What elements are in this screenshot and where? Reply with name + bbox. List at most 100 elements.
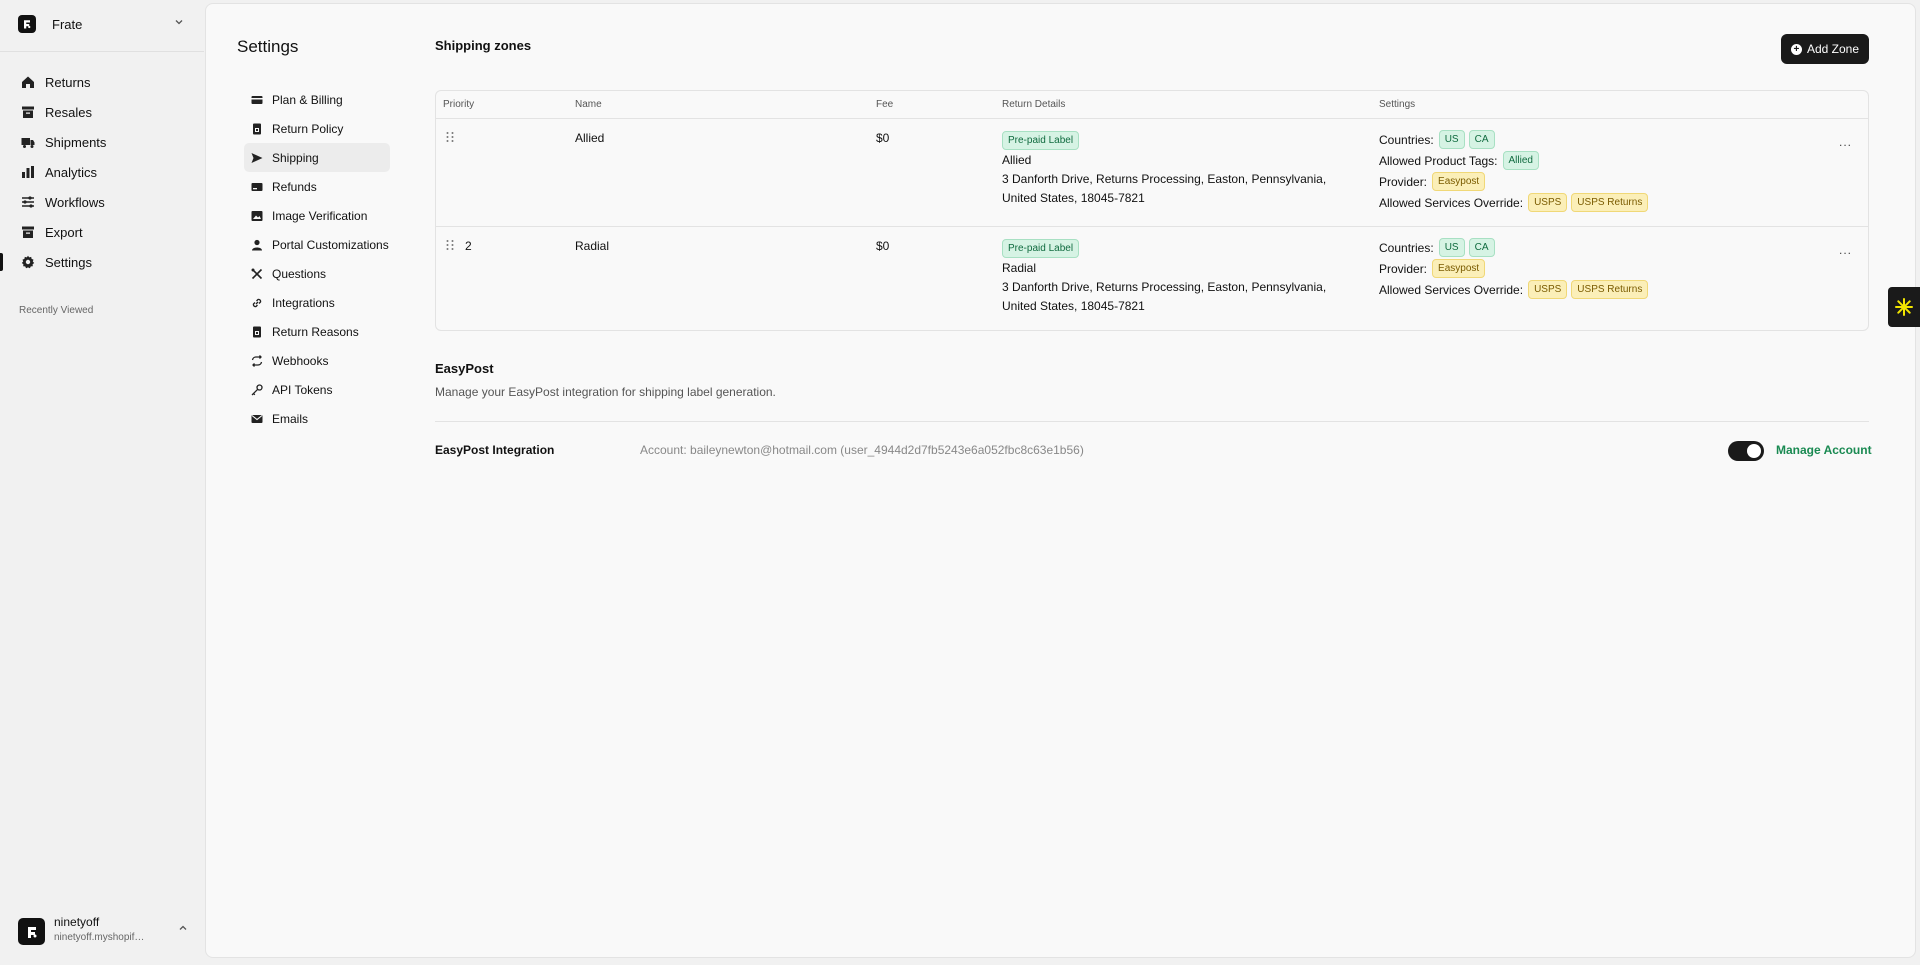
settings-nav-return-policy[interactable]: Return Policy [244,114,390,143]
repeat-icon [250,354,264,368]
divider [435,421,1869,422]
plus-circle-icon: + [1790,43,1802,55]
settings-nav-label: Portal Customizations [272,237,389,252]
table-row[interactable]: 2 Radial $0 Pre-paid Label Radial 3 Danf… [436,227,1868,331]
settings-nav-refunds[interactable]: Refunds [244,172,390,201]
document-lock-icon [250,122,264,136]
easypost-enabled-toggle[interactable] [1728,441,1764,461]
service-badge: USPS [1528,193,1568,212]
setting-label: Provider: [1379,174,1428,189]
settings-nav-label: API Tokens [272,382,333,397]
column-header: Priority [443,99,475,110]
nav-item-label: Shipments [45,134,107,150]
help-widget-button[interactable] [1888,287,1920,327]
user-menu[interactable]: ninetyoff ninetyoff.myshopify.com [18,913,188,949]
refund-icon [250,180,264,194]
main-nav: Returns Resales Shipments Analytics Work… [0,67,204,277]
column-header: Fee [876,99,894,110]
status-badge: Pre-paid Label [1002,131,1080,150]
divider [0,51,204,52]
tag-badge: Allied [1502,151,1539,170]
zone-fee: $0 [876,131,890,145]
country-badge: US [1438,130,1465,149]
settings-nav-questions[interactable]: Questions [244,259,390,288]
user-store: ninetyoff.myshopify.com [54,932,146,943]
add-zone-button[interactable]: + Add Zone [1781,34,1869,64]
section-title-easypost: EasyPost [435,361,494,376]
tools-icon [250,267,264,281]
settings-nav-label: Return Reasons [272,324,359,339]
return-address-line1: 3 Danforth Drive, Returns Processing, Ea… [1002,172,1327,186]
document-lock-icon [250,325,264,339]
nav-item-export[interactable]: Export [0,217,204,247]
return-address-line2: United States, 18045-7821 [1002,299,1145,313]
label-badge-container: Pre-paid Label [1002,239,1083,258]
nav-item-returns[interactable]: Returns [0,67,204,97]
nav-item-shipments[interactable]: Shipments [0,127,204,157]
nav-item-label: Analytics [45,164,98,180]
easypost-integration-label: EasyPost Integration [435,443,555,457]
nav-item-analytics[interactable]: Analytics [0,157,204,187]
settings-nav-label: Emails [272,411,309,426]
recently-viewed-heading: Recently Viewed [19,305,94,316]
settings-nav-label: Return Policy [272,121,344,136]
settings-nav-portal-customizations[interactable]: Portal Customizations [244,230,390,259]
product-tags-setting: Allowed Product Tags: Allied [1379,151,1543,170]
column-header: Settings [1379,99,1416,110]
user-name: ninetyoff [54,915,100,929]
settings-nav-label: Refunds [272,179,317,194]
nav-item-label: Resales [45,104,92,120]
settings-nav-integrations[interactable]: Integrations [244,288,390,317]
return-address-line1: 3 Danforth Drive, Returns Processing, Ea… [1002,280,1327,294]
settings-nav-webhooks[interactable]: Webhooks [244,346,390,375]
bar-chart-icon [20,164,36,180]
settings-nav-label: Plan & Billing [272,92,343,107]
link-icon [250,296,264,310]
setting-label: Allowed Services Override: [1379,195,1524,210]
credit-card-icon [250,93,264,107]
country-badge: CA [1468,238,1495,257]
drag-handle-icon[interactable] [445,239,455,251]
mail-icon [250,412,264,426]
drag-handle-icon[interactable] [445,131,455,143]
status-badge: Pre-paid Label [1002,239,1080,258]
zone-name: Radial [575,239,610,253]
toggle-knob [1747,444,1761,458]
truck-icon [20,134,36,150]
settings-nav-return-reasons[interactable]: Return Reasons [244,317,390,346]
setting-label: Countries: [1379,132,1434,147]
settings-nav-image-verification[interactable]: Image Verification [244,201,390,230]
nav-item-label: Export [45,224,83,240]
settings-nav-label: Shipping [272,150,319,165]
asterisk-icon [1895,298,1913,316]
chevron-up-icon [178,923,188,936]
return-detail-name: Allied [1002,153,1032,167]
row-actions-menu[interactable]: ... [1839,243,1852,257]
settings-nav-api-tokens[interactable]: API Tokens [244,375,390,404]
service-badge: USPS Returns [1571,280,1649,299]
nav-item-workflows[interactable]: Workflows [0,187,204,217]
row-actions-menu[interactable]: ... [1839,135,1852,149]
table-row[interactable]: Allied $0 Pre-paid Label Allied 3 Danfor… [436,119,1868,227]
settings-nav-plan-billing[interactable]: Plan & Billing [244,85,390,114]
services-setting: Allowed Services Override: USPS USPS Ret… [1379,280,1652,299]
manage-account-link[interactable]: Manage Account [1776,443,1872,457]
zone-fee: $0 [876,239,890,253]
easypost-description: Manage your EasyPost integration for shi… [435,385,776,399]
settings-nav-label: Image Verification [272,208,368,223]
nav-item-label: Returns [45,74,91,90]
nav-item-label: Workflows [45,194,105,210]
column-header: Return Details [1002,99,1066,110]
nav-item-resales[interactable]: Resales [0,97,204,127]
nav-item-settings[interactable]: Settings [0,247,204,277]
frate-logo-icon [18,15,36,33]
column-header: Name [575,99,602,110]
sliders-icon [20,194,36,210]
workspace-switcher[interactable]: Frate [18,15,188,33]
settings-nav-emails[interactable]: Emails [244,404,390,433]
avatar [18,918,45,945]
label-badge-container: Pre-paid Label [1002,131,1083,150]
settings-nav-shipping[interactable]: Shipping [244,143,390,172]
workspace-name: Frate [52,16,83,32]
country-badge: US [1438,238,1465,257]
